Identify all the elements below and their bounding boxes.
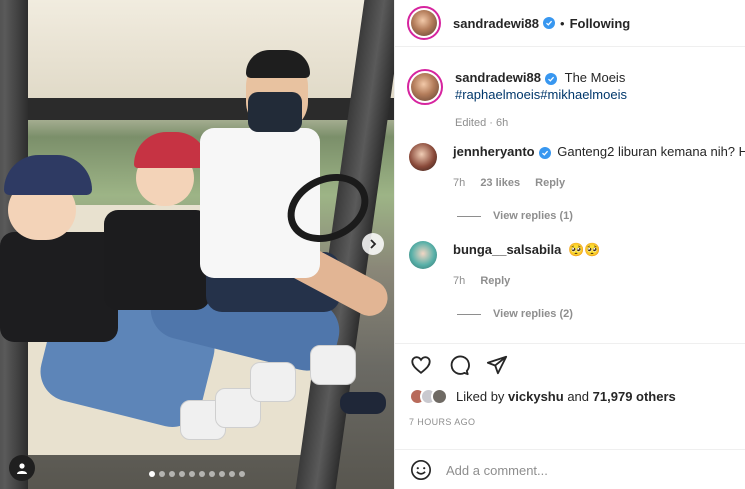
child-shoe	[310, 345, 356, 385]
emoji-icon	[411, 460, 431, 480]
likes-row[interactable]: Liked by vickyshu and 71,979 others	[395, 377, 745, 405]
commenter-avatar[interactable]	[409, 143, 437, 171]
verified-icon	[545, 73, 557, 85]
child-one-cap	[4, 155, 92, 195]
post-actions-section: Liked by vickyshu and 71,979 others 7 HO…	[395, 343, 745, 489]
hashtag-link[interactable]: #mikhaelmoeis	[540, 87, 627, 102]
like-button[interactable]	[409, 353, 433, 377]
caption-author-avatar[interactable]	[407, 69, 443, 105]
comment-text: 🥺🥺	[568, 242, 601, 257]
child-two-cap	[134, 132, 208, 168]
comment-icon	[450, 355, 470, 376]
comment-item: bunga__salsabila 🥺🥺 7h Reply	[395, 241, 745, 290]
caption-author-username[interactable]: sandradewi88	[455, 70, 541, 85]
action-icons-row	[395, 344, 745, 377]
likes-others[interactable]: 71,979 others	[593, 389, 676, 404]
add-comment-input[interactable]	[446, 462, 696, 478]
view-replies-line	[457, 215, 481, 217]
child-two-body	[104, 210, 210, 310]
comment-button[interactable]	[447, 353, 471, 377]
chevron-right-icon	[370, 239, 377, 249]
liker-username[interactable]: vickyshu	[508, 389, 564, 404]
likes-prefix: Liked by	[456, 389, 505, 404]
caption-text: The Moeis	[564, 70, 626, 85]
carousel-next-button[interactable]	[362, 233, 384, 255]
post-side-panel: sandradewi88 • Following sandradewi88 Th…	[394, 0, 745, 489]
cart-canopy-bar	[0, 98, 394, 120]
user-tag-icon	[17, 463, 27, 474]
carousel-dot	[239, 471, 245, 477]
add-comment-bar	[395, 449, 745, 489]
view-replies-button[interactable]: View replies (2)	[457, 308, 745, 320]
carousel-dot	[209, 471, 215, 477]
child-shoe	[250, 362, 296, 402]
author-avatar[interactable]	[407, 6, 441, 40]
post-media[interactable]	[0, 0, 394, 489]
driver-hair	[246, 50, 310, 78]
carousel-dot	[189, 471, 195, 477]
view-replies-label: View replies (2)	[493, 308, 573, 320]
share-button[interactable]	[485, 353, 509, 377]
hashtag-link[interactable]: #raphaelmoeis	[455, 87, 540, 102]
tagged-users-button[interactable]	[9, 455, 35, 481]
likes-conjunction: and	[567, 389, 590, 404]
carousel-dot	[169, 471, 175, 477]
reply-button[interactable]: Reply	[535, 177, 565, 189]
comment-time: 7h	[453, 177, 466, 189]
commenter-avatar[interactable]	[409, 241, 437, 269]
caption-meta: Edited · 6h	[455, 117, 509, 129]
carousel-dot	[149, 471, 155, 477]
commenter-username[interactable]: bunga__salsabila	[453, 242, 561, 257]
post-caption: sandradewi88 The Moeis #raphaelmoeis#mik…	[395, 47, 745, 132]
carousel-dot	[179, 471, 185, 477]
author-username[interactable]: sandradewi88	[453, 16, 539, 31]
emoji-button[interactable]	[409, 458, 433, 482]
liker-avatar	[431, 388, 448, 405]
child-one-body	[0, 232, 118, 342]
view-replies-button[interactable]: View replies (1)	[457, 210, 745, 222]
post-timestamp[interactable]: 7 HOURS AGO	[395, 405, 745, 427]
comment-likes[interactable]: 23 likes	[480, 177, 520, 189]
comment-text: Ganteng2 liburan kemana nih? Have	[557, 144, 745, 159]
driver-mask	[248, 92, 302, 132]
share-icon	[486, 355, 508, 375]
likes-summary: Liked by vickyshu and 71,979 others	[456, 389, 676, 404]
following-button[interactable]: Following	[570, 16, 631, 31]
comment-item: jennheryanto Ganteng2 liburan kemana nih…	[395, 143, 745, 192]
carousel-dot	[199, 471, 205, 477]
carousel-dot	[159, 471, 165, 477]
comment-time: 7h	[453, 275, 466, 287]
verified-icon	[538, 147, 551, 159]
carousel-dots	[0, 471, 394, 477]
view-replies-label: View replies (1)	[493, 210, 573, 222]
verified-icon	[543, 17, 555, 29]
comments-list[interactable]: sandradewi88 The Moeis #raphaelmoeis#mik…	[395, 47, 745, 343]
view-replies-line	[457, 313, 481, 315]
post-header: sandradewi88 • Following	[395, 0, 745, 47]
carousel-dot	[229, 471, 235, 477]
header-separator: •	[560, 15, 565, 31]
heart-icon	[411, 356, 431, 374]
commenter-username[interactable]: jennheryanto	[453, 144, 535, 159]
driver-shoe	[340, 392, 386, 414]
carousel-dot	[219, 471, 225, 477]
reply-button[interactable]: Reply	[480, 275, 510, 287]
